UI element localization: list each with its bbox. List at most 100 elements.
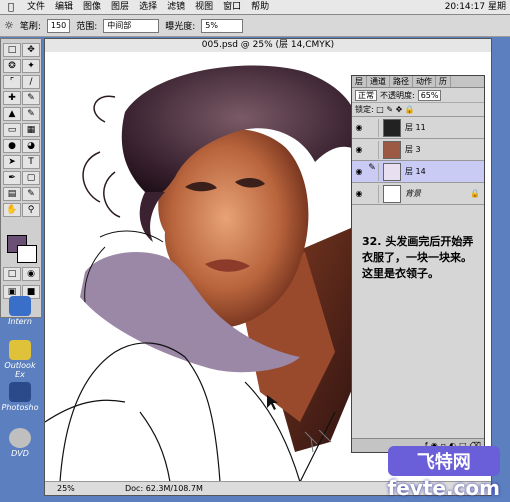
- range-select[interactable]: 中间部: [103, 18, 160, 33]
- layer-row-active[interactable]: ◉ ✎ 层 14: [352, 161, 484, 183]
- desktop-icon-dvd[interactable]: DVD: [0, 428, 40, 458]
- zoom-readout[interactable]: 25%: [57, 482, 75, 495]
- type-tool-icon[interactable]: T: [22, 155, 40, 169]
- internet-icon: [9, 296, 31, 316]
- menu-filter[interactable]: 滤镜: [162, 0, 190, 14]
- gradient-tool-icon[interactable]: ▦: [22, 123, 40, 137]
- desktop-icon-label: Photosho: [1, 403, 39, 412]
- layers-panel: 层 通道 路径 动作 历 正常 不透明度: 65% 锁定: □ ✎ ✥ 🔒 ◉ …: [351, 75, 485, 453]
- layer-name: 层 14: [405, 167, 426, 176]
- shape-tool-icon[interactable]: ▢: [22, 171, 40, 185]
- desktop-icon-outlook[interactable]: Outlook Ex: [0, 340, 40, 379]
- tab-history[interactable]: 历: [436, 76, 451, 87]
- apple-menu-icon[interactable]: : [0, 2, 22, 13]
- layer-row[interactable]: ◉ 背景 🔒: [352, 183, 484, 205]
- layer-thumbnail: [383, 118, 401, 137]
- visibility-eye-icon[interactable]: ◉: [352, 189, 366, 198]
- doc-size-readout: Doc: 62.3M/108.7M: [125, 484, 203, 493]
- menu-image[interactable]: 图像: [78, 0, 106, 14]
- layer-link-slot[interactable]: [366, 184, 379, 203]
- layers-panel-tabs: 层 通道 路径 动作 历: [352, 76, 484, 88]
- marquee-tool-icon[interactable]: □: [3, 43, 21, 57]
- tutorial-note: 32. 头发画完后开始弄衣服了，一块一块来。这里是衣领子。: [362, 235, 474, 280]
- watermark-url: fevte.com: [387, 476, 500, 500]
- blend-mode-select[interactable]: 正常: [355, 89, 377, 101]
- magic-wand-icon[interactable]: ✦: [22, 59, 40, 73]
- brush-size-picker[interactable]: 150: [46, 18, 71, 33]
- blend-row: 正常 不透明度: 65%: [352, 88, 484, 103]
- burn-tool-icon[interactable]: ☼: [4, 19, 14, 32]
- tab-channels[interactable]: 通道: [367, 76, 390, 87]
- menu-bar:  文件 编辑 图像 图层 选择 滤镜 视图 窗口 帮助 20:14:17 星期: [0, 0, 510, 15]
- exposure-label: 曝光度:: [165, 22, 196, 32]
- document-title: 005.psd @ 25% (层 14,CMYK): [201, 40, 335, 50]
- eyedropper-tool-icon[interactable]: ✎: [22, 187, 40, 201]
- layer-name: 层 3: [405, 145, 421, 154]
- dvd-icon: [9, 428, 31, 448]
- menu-select[interactable]: 选择: [134, 0, 162, 14]
- desktop-icon-label: DVD: [11, 449, 29, 458]
- desktop-icon-internet[interactable]: Intern: [0, 296, 40, 326]
- tab-layers[interactable]: 层: [352, 76, 367, 87]
- hand-tool-icon[interactable]: ✋: [3, 203, 21, 217]
- history-brush-icon[interactable]: ✎: [22, 107, 40, 121]
- desktop-icon-label: Outlook Ex: [4, 361, 36, 379]
- lock-icon: 🔒: [470, 189, 480, 198]
- lock-label: 锁定:: [355, 105, 374, 114]
- standard-mode-icon[interactable]: □: [3, 267, 21, 281]
- desktop-icon-label: Intern: [8, 317, 32, 326]
- menu-help[interactable]: 帮助: [246, 0, 274, 14]
- opacity-label: 不透明度:: [380, 90, 415, 100]
- layer-link-slot[interactable]: [366, 140, 379, 159]
- layer-thumbnail: [383, 162, 401, 181]
- background-color-swatch[interactable]: [17, 245, 37, 263]
- slice-tool-icon[interactable]: ∕: [22, 75, 40, 89]
- menu-window[interactable]: 窗口: [218, 0, 246, 14]
- watermark-brand: 飞特网: [387, 446, 500, 476]
- menu-file[interactable]: 文件: [22, 0, 50, 14]
- layer-thumbnail: [383, 140, 401, 159]
- watermark: 飞特网 fevte.com: [387, 446, 500, 500]
- visibility-eye-icon[interactable]: ◉: [352, 145, 366, 154]
- layer-row[interactable]: ◉ 层 3: [352, 139, 484, 161]
- menu-layer[interactable]: 图层: [106, 0, 134, 14]
- dodge-tool-icon[interactable]: ◕: [22, 139, 40, 153]
- pen-tool-icon[interactable]: ✒: [3, 171, 21, 185]
- zoom-tool-icon[interactable]: ⚲: [22, 203, 40, 217]
- lock-icons[interactable]: □ ✎ ✥ 🔒: [376, 105, 415, 114]
- menubar-clock: 20:14:17 星期: [444, 2, 506, 12]
- desktop-icon-photoshop[interactable]: Photosho: [0, 382, 40, 412]
- brush-label: 笔刷:: [19, 22, 41, 32]
- layer-thumbnail: [383, 184, 401, 203]
- outlook-express-icon: [9, 340, 31, 360]
- healing-brush-icon[interactable]: ✚: [3, 91, 21, 105]
- tab-paths[interactable]: 路径: [390, 76, 413, 87]
- menu-edit[interactable]: 编辑: [50, 0, 78, 14]
- blur-tool-icon[interactable]: ●: [3, 139, 21, 153]
- path-select-icon[interactable]: ➤: [3, 155, 21, 169]
- layer-name: 背景: [405, 189, 421, 198]
- quick-mask-icon[interactable]: ◉: [22, 267, 40, 281]
- notes-tool-icon[interactable]: ▤: [3, 187, 21, 201]
- menu-view[interactable]: 视图: [190, 0, 218, 14]
- exposure-field[interactable]: 5%: [201, 18, 244, 33]
- visibility-eye-icon[interactable]: ◉: [352, 167, 366, 176]
- photoshop-icon: [9, 382, 31, 402]
- toolbox: □ ✥ ❂ ✦ ⌜ ∕ ✚ ✎ ▲ ✎ ▭ ▦ ● ◕ ➤ T ✒ ▢ ▤ ✎ …: [0, 38, 42, 318]
- tab-actions[interactable]: 动作: [413, 76, 436, 87]
- range-label: 范围:: [76, 22, 98, 32]
- eraser-tool-icon[interactable]: ▭: [3, 123, 21, 137]
- lock-row: 锁定: □ ✎ ✥ 🔒: [352, 103, 484, 117]
- opacity-field[interactable]: 65%: [417, 89, 442, 101]
- visibility-eye-icon[interactable]: ◉: [352, 123, 366, 132]
- crop-tool-icon[interactable]: ⌜: [3, 75, 21, 89]
- tool-options-bar: ☼ 笔刷: 150 范围: 中间部 曝光度: 5%: [0, 15, 510, 37]
- layer-link-slot[interactable]: [366, 118, 379, 137]
- brush-tool-icon[interactable]: ✎: [22, 91, 40, 105]
- layer-name: 层 11: [405, 123, 426, 132]
- layer-row[interactable]: ◉ 层 11: [352, 117, 484, 139]
- lasso-tool-icon[interactable]: ❂: [3, 59, 21, 73]
- document-title-bar[interactable]: 005.psd @ 25% (层 14,CMYK): [45, 39, 491, 53]
- clone-stamp-icon[interactable]: ▲: [3, 107, 21, 121]
- move-tool-icon[interactable]: ✥: [22, 43, 40, 57]
